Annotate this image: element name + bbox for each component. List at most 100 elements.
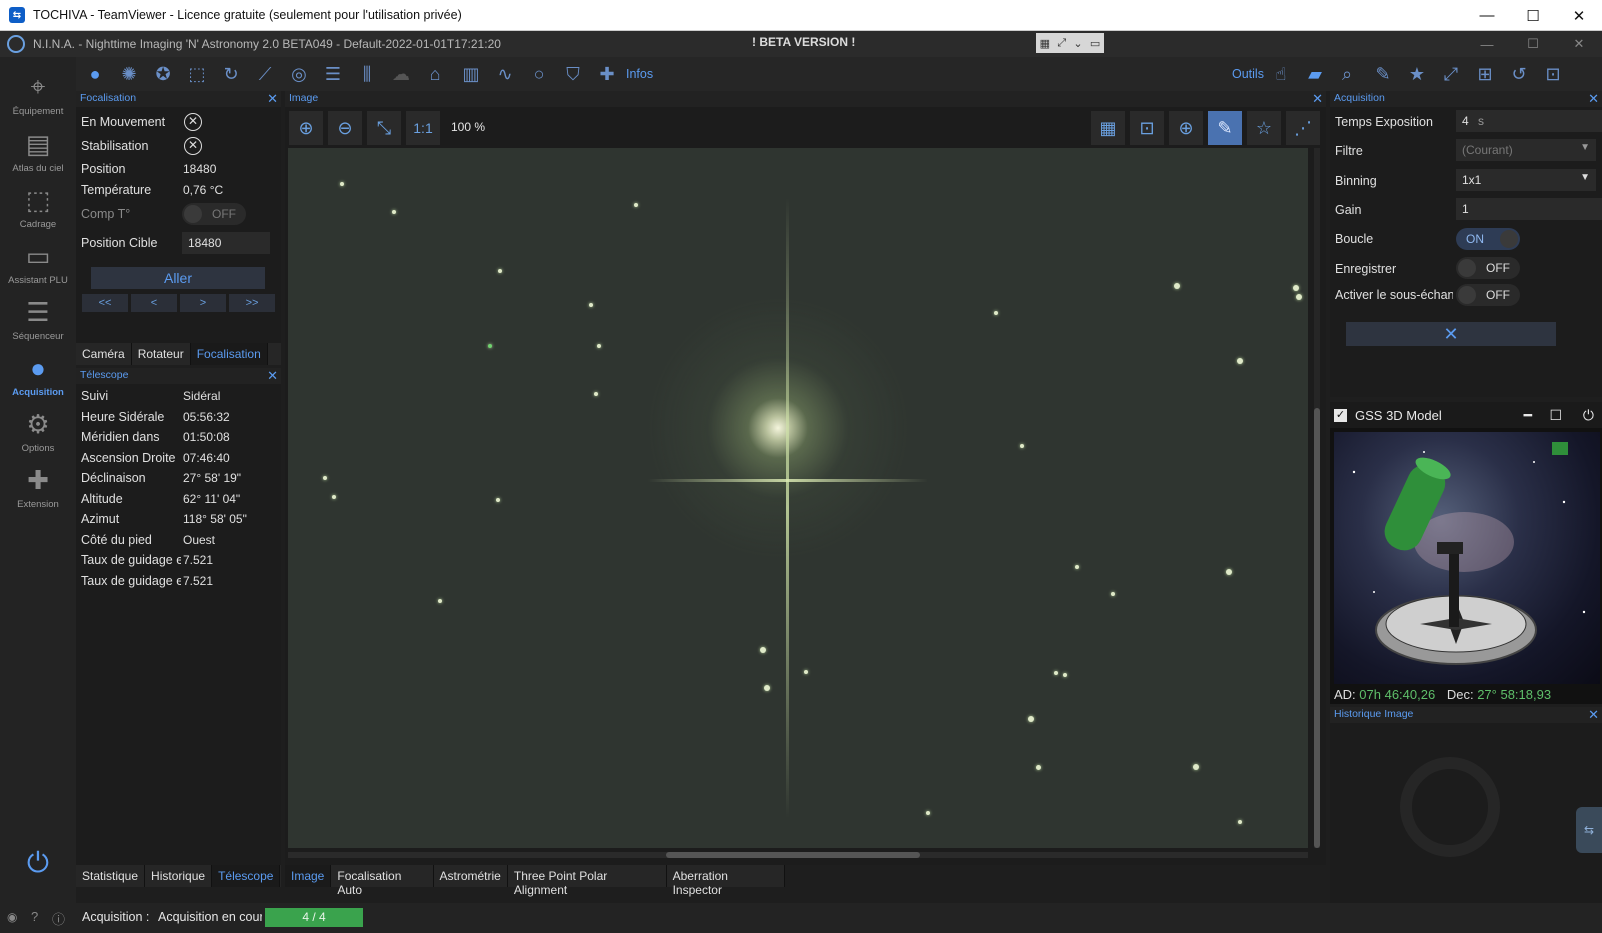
- power-icon[interactable]: ⏻: [1583, 407, 1594, 424]
- save-toggle[interactable]: OFF: [1456, 257, 1520, 279]
- sliders-icon[interactable]: ⫼: [356, 63, 378, 85]
- tab-statistique[interactable]: Statistique: [76, 865, 146, 887]
- expand-icon[interactable]: ⤢: [1057, 37, 1066, 50]
- tab-rotateur[interactable]: Rotateur: [132, 343, 191, 365]
- zoom-out-icon[interactable]: ⊖: [328, 111, 362, 145]
- cancel-button[interactable]: ✕: [1346, 322, 1556, 346]
- star-icon[interactable]: ☆: [1247, 111, 1281, 145]
- maximize-icon[interactable]: ☐: [1549, 407, 1562, 424]
- dome-icon[interactable]: ⌂: [424, 63, 446, 85]
- bahtinov-icon[interactable]: ⋰: [1286, 111, 1320, 145]
- tab-historique[interactable]: Historique: [145, 865, 213, 887]
- sequence-icon[interactable]: ☰: [322, 63, 344, 85]
- close-icon[interactable]: ✕: [1312, 91, 1323, 107]
- target-position-input[interactable]: 18480: [182, 232, 270, 254]
- tab-three-point-polar[interactable]: Three Point Polar Alignment: [508, 865, 667, 897]
- horizontal-scrollbar[interactable]: [288, 852, 1308, 858]
- filter-select[interactable]: (Courant) ▼: [1456, 139, 1596, 161]
- close-icon[interactable]: ✕: [1588, 707, 1599, 723]
- fit-icon[interactable]: ⤡: [367, 111, 401, 145]
- crosshair-icon[interactable]: ⊕: [1169, 111, 1203, 145]
- tab-astrometrie[interactable]: Astrométrie: [434, 865, 508, 887]
- camera-icon[interactable]: ●: [84, 63, 106, 85]
- grid-tool-icon[interactable]: ⊞: [1474, 63, 1496, 85]
- nav-atlas[interactable]: ▤ Atlas du ciel: [0, 128, 76, 175]
- shield-icon[interactable]: ⛉: [562, 63, 584, 85]
- ratio-button[interactable]: 1:1: [406, 111, 440, 145]
- teamviewer-side-tab[interactable]: ⇆: [1576, 807, 1602, 853]
- nav-acquisition[interactable]: ● Acquisition: [0, 352, 76, 399]
- close-icon[interactable]: ✕: [1588, 91, 1599, 107]
- power-icon[interactable]: ⏻: [22, 847, 54, 879]
- aller-button[interactable]: Aller: [91, 267, 265, 289]
- target-icon[interactable]: ⊡: [1542, 63, 1564, 85]
- graph-icon[interactable]: ∿: [494, 63, 516, 85]
- rotator-icon[interactable]: ↻: [220, 63, 242, 85]
- tab-focalisation-auto[interactable]: Focalisation Auto: [331, 865, 434, 897]
- move-far-left-button[interactable]: <<: [82, 294, 128, 312]
- move-far-right-button[interactable]: >>: [229, 294, 275, 312]
- outils-label[interactable]: Outils: [1232, 67, 1264, 81]
- expand-icon[interactable]: ⤢: [1440, 63, 1462, 85]
- mount-3d-view[interactable]: [1334, 432, 1600, 684]
- ruler-icon[interactable]: ▰: [1304, 63, 1326, 85]
- minimize-button[interactable]: —: [1464, 0, 1510, 31]
- loop-toggle[interactable]: ON: [1456, 228, 1520, 250]
- exposure-input[interactable]: 4 s: [1456, 110, 1602, 132]
- weather-icon[interactable]: ☁: [390, 63, 412, 85]
- nina-minimize-button[interactable]: —: [1464, 31, 1510, 57]
- chevron-down-icon[interactable]: ⌄: [1073, 37, 1082, 50]
- infos-label[interactable]: Infos: [626, 67, 653, 81]
- search-icon[interactable]: ⌕: [1336, 63, 1358, 85]
- hand-icon[interactable]: ☝: [1270, 63, 1292, 85]
- teamviewer-mini-toolbar[interactable]: ▦ ⤢ ⌄ ▭: [1036, 33, 1104, 53]
- histogram-icon[interactable]: ▥: [460, 63, 482, 85]
- nina-close-button[interactable]: ✕: [1556, 31, 1602, 57]
- star-detect-icon[interactable]: ⊡: [1130, 111, 1164, 145]
- close-button[interactable]: ✕: [1556, 0, 1602, 31]
- nav-options[interactable]: ⚙ Options: [0, 408, 76, 455]
- nav-cadrage[interactable]: ⬚ Cadrage: [0, 184, 76, 231]
- guider-icon[interactable]: ◎: [288, 63, 310, 85]
- tab-camera[interactable]: Caméra: [76, 343, 132, 365]
- focus-frame-icon[interactable]: ⬚: [186, 63, 208, 85]
- help-icon[interactable]: ?: [31, 909, 38, 924]
- tab-focalisation[interactable]: Focalisation: [190, 343, 268, 365]
- puzzle-tool-icon[interactable]: ✚: [596, 63, 618, 85]
- tab-image[interactable]: Image: [285, 865, 332, 887]
- move-right-button[interactable]: >: [180, 294, 226, 312]
- tab-telescope[interactable]: Télescope: [212, 865, 281, 887]
- star-image[interactable]: [288, 148, 1308, 848]
- nav-extension[interactable]: ✚ Extension: [0, 464, 76, 511]
- autostretch-icon[interactable]: ✎: [1208, 111, 1242, 145]
- nav-assistant-plu[interactable]: ▭ Assistant PLU: [0, 240, 76, 287]
- close-icon[interactable]: ✕: [267, 91, 278, 107]
- star-icon[interactable]: ★: [1406, 63, 1428, 85]
- zoom-in-icon[interactable]: ⊕: [289, 111, 323, 145]
- grid-icon[interactable]: ▦: [1040, 37, 1050, 50]
- wheel-icon[interactable]: ✪: [152, 63, 174, 85]
- nav-sequenceur[interactable]: ☰ Séquenceur: [0, 296, 76, 343]
- info-icon[interactable]: ⓘ: [52, 909, 65, 928]
- telescope-tool-icon[interactable]: ⟋: [254, 63, 276, 85]
- move-left-button[interactable]: <: [131, 294, 177, 312]
- filter-wheel-icon[interactable]: ✺: [118, 63, 140, 85]
- checkbox[interactable]: ✓: [1334, 408, 1347, 422]
- gain-input[interactable]: 1: [1456, 198, 1602, 220]
- history-icon[interactable]: ↺: [1508, 63, 1530, 85]
- binning-select[interactable]: 1x1 ▼: [1456, 169, 1596, 191]
- eye-icon[interactable]: ◉: [7, 910, 17, 924]
- grid-overlay-icon[interactable]: ▦: [1091, 111, 1125, 145]
- bulb-icon[interactable]: ○: [528, 63, 550, 85]
- maximize-button[interactable]: ☐: [1510, 0, 1556, 31]
- subsample-toggle[interactable]: OFF: [1456, 284, 1520, 306]
- nina-maximize-button[interactable]: ☐: [1510, 31, 1556, 57]
- comp-toggle[interactable]: OFF: [182, 203, 246, 225]
- vertical-scrollbar[interactable]: [1314, 148, 1320, 848]
- nav-equipement[interactable]: ⌖ Équipement: [0, 71, 76, 117]
- minimize-icon[interactable]: ━: [1524, 407, 1532, 424]
- monitor-icon[interactable]: ▭: [1090, 37, 1100, 50]
- brush-icon[interactable]: ✎: [1372, 63, 1394, 85]
- close-icon[interactable]: ✕: [267, 368, 278, 384]
- tab-aberration-inspector[interactable]: Aberration Inspector: [667, 865, 785, 897]
